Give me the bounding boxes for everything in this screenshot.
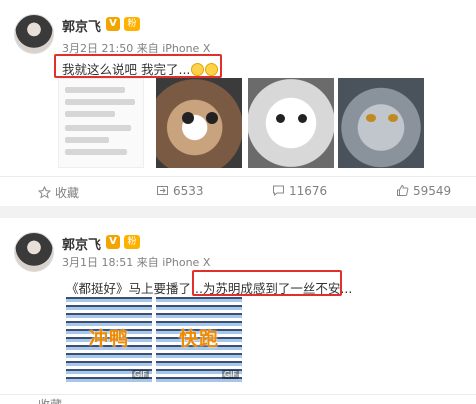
repost-button[interactable]: 6533 bbox=[156, 184, 204, 198]
repost-count: 6533 bbox=[173, 184, 204, 198]
post-meta: 3月1日 18:51 来自 iPhone X bbox=[62, 254, 210, 270]
highlight-box bbox=[192, 270, 342, 296]
username[interactable]: 郭京飞 bbox=[62, 234, 101, 253]
image-thumbnail[interactable] bbox=[248, 78, 334, 168]
gif-caption: 快跑 bbox=[178, 328, 219, 350]
fan-badge: 粉 bbox=[124, 17, 140, 31]
favorite-label: 收藏 bbox=[55, 186, 80, 200]
gif-thumbnail[interactable]: 冲鸭 GIF bbox=[66, 296, 152, 382]
image-thumbnail[interactable] bbox=[338, 78, 424, 168]
comment-button[interactable]: 11676 bbox=[272, 184, 327, 198]
highlight-box bbox=[54, 54, 222, 78]
thumbs-up-icon bbox=[397, 184, 409, 196]
post-source: 来自 iPhone X bbox=[136, 256, 211, 269]
vip-badge: V bbox=[106, 235, 120, 249]
like-button[interactable]: 59549 bbox=[396, 184, 451, 198]
gif-thumbnail[interactable]: 快跑 GIF bbox=[156, 296, 242, 382]
comment-count: 11676 bbox=[289, 184, 328, 198]
post-text-content: 《都挺好》马上要播了... bbox=[66, 281, 203, 296]
post-time[interactable]: 3月1日 18:51 bbox=[62, 256, 133, 269]
avatar[interactable] bbox=[14, 14, 54, 54]
repost-icon bbox=[157, 186, 168, 195]
divider bbox=[0, 176, 476, 177]
gif-tag: GIF bbox=[131, 370, 149, 379]
favorite-button[interactable]: 收藏 bbox=[37, 184, 80, 201]
fan-badge: 粉 bbox=[124, 235, 140, 249]
vip-badge: V bbox=[106, 17, 120, 31]
like-count: 59549 bbox=[413, 184, 452, 198]
post-card: 郭京飞 V 粉 3月2日 21:50 来自 iPhone X 我就这么说吧 我完… bbox=[0, 0, 476, 206]
star-icon bbox=[37, 185, 52, 199]
image-thumbnail[interactable] bbox=[58, 78, 144, 168]
gif-tag: GIF bbox=[221, 370, 239, 379]
gif-caption: 冲鸭 bbox=[88, 328, 129, 350]
divider bbox=[0, 394, 476, 395]
favorite-label: 收藏 bbox=[38, 398, 62, 404]
username[interactable]: 郭京飞 bbox=[62, 16, 101, 35]
comment-icon bbox=[273, 185, 284, 197]
favorite-button[interactable]: 收藏 bbox=[38, 396, 62, 404]
image-thumbnail[interactable] bbox=[156, 78, 242, 168]
avatar[interactable] bbox=[14, 232, 54, 272]
